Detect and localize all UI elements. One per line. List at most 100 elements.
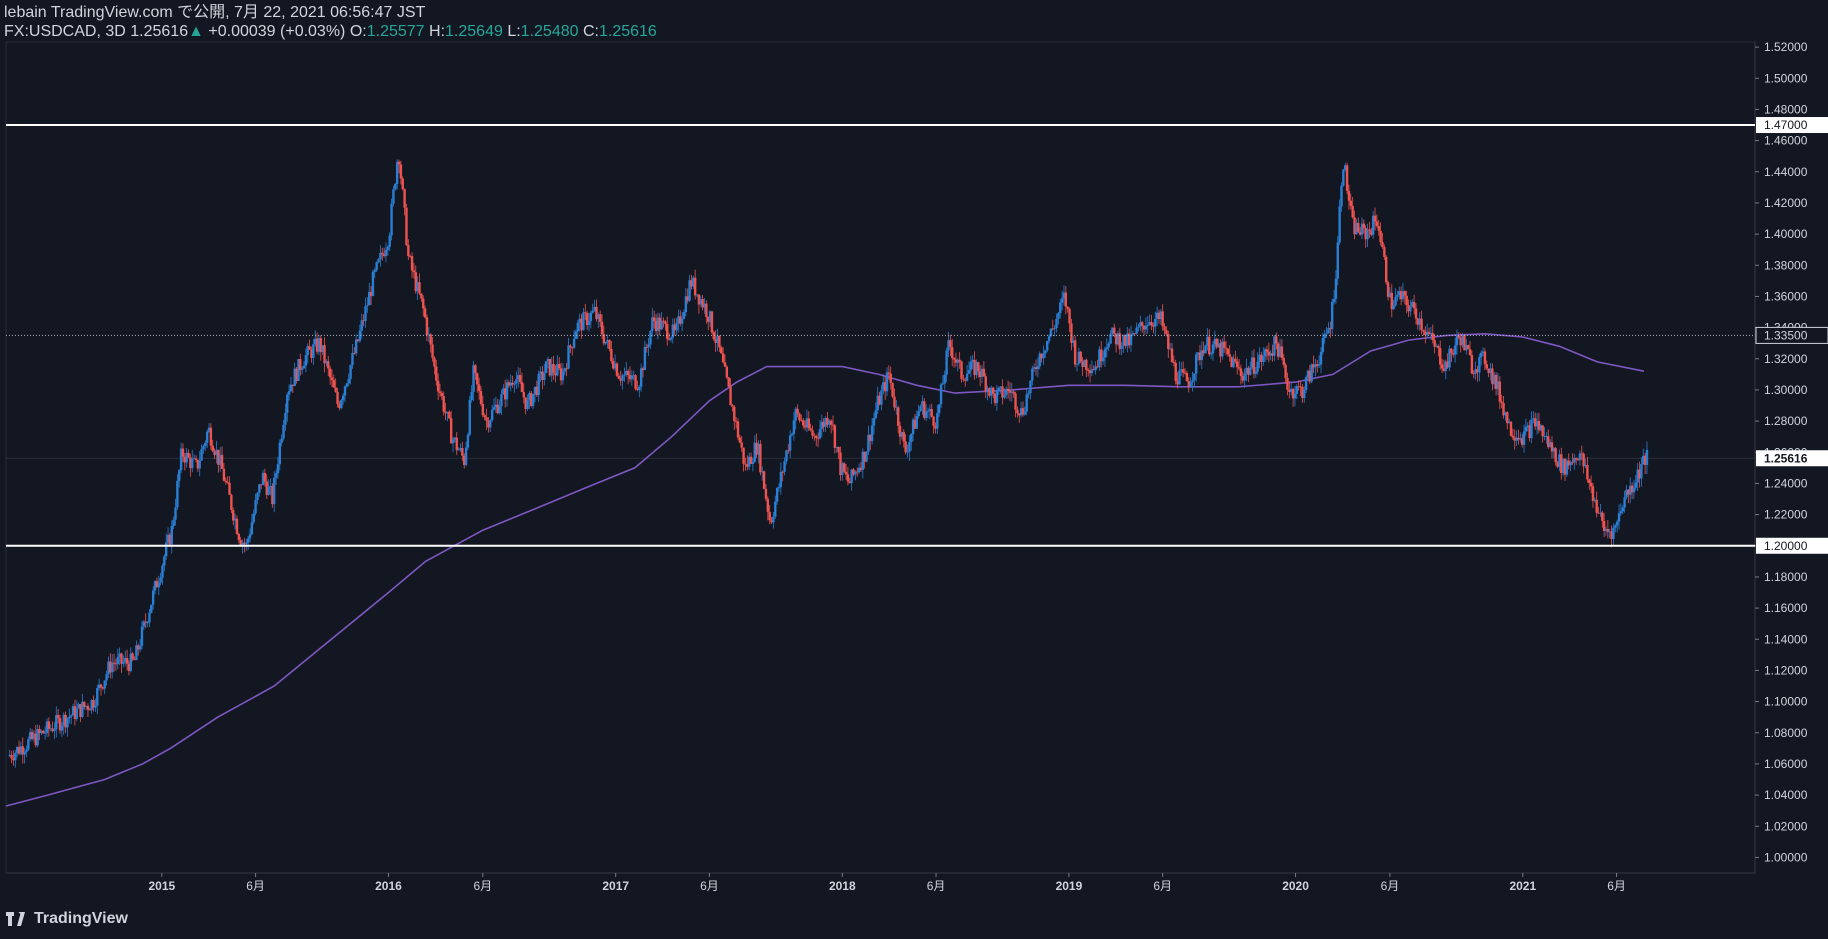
- candle-body: [1582, 453, 1585, 467]
- x-tick-label: 6月: [1607, 879, 1626, 893]
- y-tick-label: 1.12000: [1764, 663, 1808, 677]
- candle-body: [354, 339, 358, 354]
- candle-body: [846, 474, 850, 482]
- candle-body: [591, 310, 594, 313]
- candle-body: [962, 378, 965, 380]
- candle-body: [781, 471, 784, 473]
- candle-body: [1129, 334, 1133, 346]
- candle-body: [228, 482, 231, 495]
- candle-body: [1031, 368, 1034, 381]
- candle-body: [798, 413, 801, 421]
- y-tick-label: 1.44000: [1764, 165, 1808, 179]
- candle-body: [334, 387, 337, 392]
- candlestick-chart[interactable]: 1.00000 1.02000 1.04000 1.06000 1.08000 1.100…: [0, 0, 1828, 939]
- candle-body: [1101, 357, 1105, 362]
- candle-body: [1468, 349, 1472, 356]
- candle-body: [930, 409, 933, 417]
- candle-body: [1431, 333, 1434, 340]
- candle-body: [902, 432, 905, 442]
- candle-body: [1209, 353, 1213, 355]
- tradingview-logo[interactable]: TradingView: [6, 910, 128, 928]
- candle-body: [282, 424, 285, 439]
- x-tick-label: 6月: [927, 879, 946, 893]
- candle-body: [364, 306, 367, 321]
- candle-body: [1601, 512, 1604, 521]
- y-tick-label: 1.22000: [1764, 508, 1808, 522]
- candle-body: [1345, 165, 1349, 191]
- candle-body: [785, 450, 788, 462]
- candle-body: [775, 488, 779, 502]
- brand-name: TradingView: [34, 910, 128, 927]
- candle-body: [1439, 348, 1442, 365]
- candle-body: [1394, 296, 1397, 306]
- candle-body: [1591, 486, 1595, 501]
- candle-body: [500, 394, 503, 406]
- candle-body: [779, 471, 783, 488]
- candle-body: [1172, 361, 1176, 363]
- candle-body: [498, 405, 501, 414]
- horizontal-line-label: 1.33500: [1764, 328, 1808, 342]
- candle-body: [1249, 367, 1252, 375]
- candle-body: [1606, 529, 1610, 532]
- candle-body: [442, 396, 445, 412]
- x-tick-label: 2018: [829, 879, 856, 893]
- candle-body: [27, 739, 30, 750]
- candle-body: [401, 178, 404, 190]
- candle-body: [1422, 329, 1425, 332]
- candle-body: [939, 384, 943, 405]
- candle-body: [1073, 340, 1077, 365]
- candle-body: [807, 418, 810, 429]
- candle-body: [1167, 334, 1170, 350]
- candle-body: [1500, 401, 1503, 403]
- candle-body: [1254, 371, 1258, 374]
- candle-body: [1211, 344, 1215, 354]
- candle-body: [1208, 336, 1211, 355]
- y-tick-label: 1.18000: [1764, 570, 1808, 584]
- candle-body: [1470, 355, 1474, 374]
- candle-body: [1440, 364, 1444, 369]
- candle-body: [75, 708, 78, 719]
- candle-body: [943, 374, 946, 384]
- candle-body: [906, 451, 909, 453]
- candle-body: [965, 373, 969, 381]
- candle-body: [1012, 391, 1015, 394]
- candle-body: [1483, 351, 1487, 365]
- y-tick-label: 1.50000: [1764, 71, 1808, 85]
- candle-body: [332, 380, 336, 388]
- candle-body: [479, 391, 483, 404]
- candle-body: [284, 412, 287, 425]
- candle-body: [1640, 464, 1643, 479]
- candle-body: [163, 556, 166, 566]
- candle-body: [1029, 380, 1032, 394]
- candle-body: [202, 445, 205, 450]
- candle-body: [1064, 292, 1068, 307]
- candle-body: [410, 256, 414, 271]
- candle-body: [751, 461, 755, 464]
- candle-body: [569, 345, 572, 348]
- candle-body: [1338, 206, 1341, 243]
- candle-body: [727, 377, 730, 387]
- candle-body: [1252, 357, 1256, 374]
- candle-body: [1623, 497, 1626, 508]
- candle-body: [1615, 521, 1619, 526]
- candle-body: [1165, 330, 1168, 335]
- candle-body: [1107, 343, 1110, 348]
- candle-body: [1085, 359, 1088, 370]
- candle-body: [399, 164, 403, 179]
- candle-body: [1006, 388, 1010, 391]
- candle-body: [647, 344, 650, 348]
- candle-body: [150, 604, 153, 613]
- candle-body: [788, 435, 792, 451]
- candle-body: [1589, 482, 1593, 487]
- y-tick-label: 1.14000: [1764, 632, 1808, 646]
- x-tick-label: 6月: [246, 879, 265, 893]
- candle-body: [407, 245, 410, 257]
- candle-body: [1060, 298, 1064, 303]
- candle-body: [60, 725, 64, 731]
- candle-body: [608, 340, 611, 349]
- candle-body: [872, 417, 876, 426]
- candle-body: [10, 755, 13, 759]
- candle-body: [772, 516, 775, 523]
- candle-body: [908, 442, 911, 452]
- candle-body: [116, 657, 119, 665]
